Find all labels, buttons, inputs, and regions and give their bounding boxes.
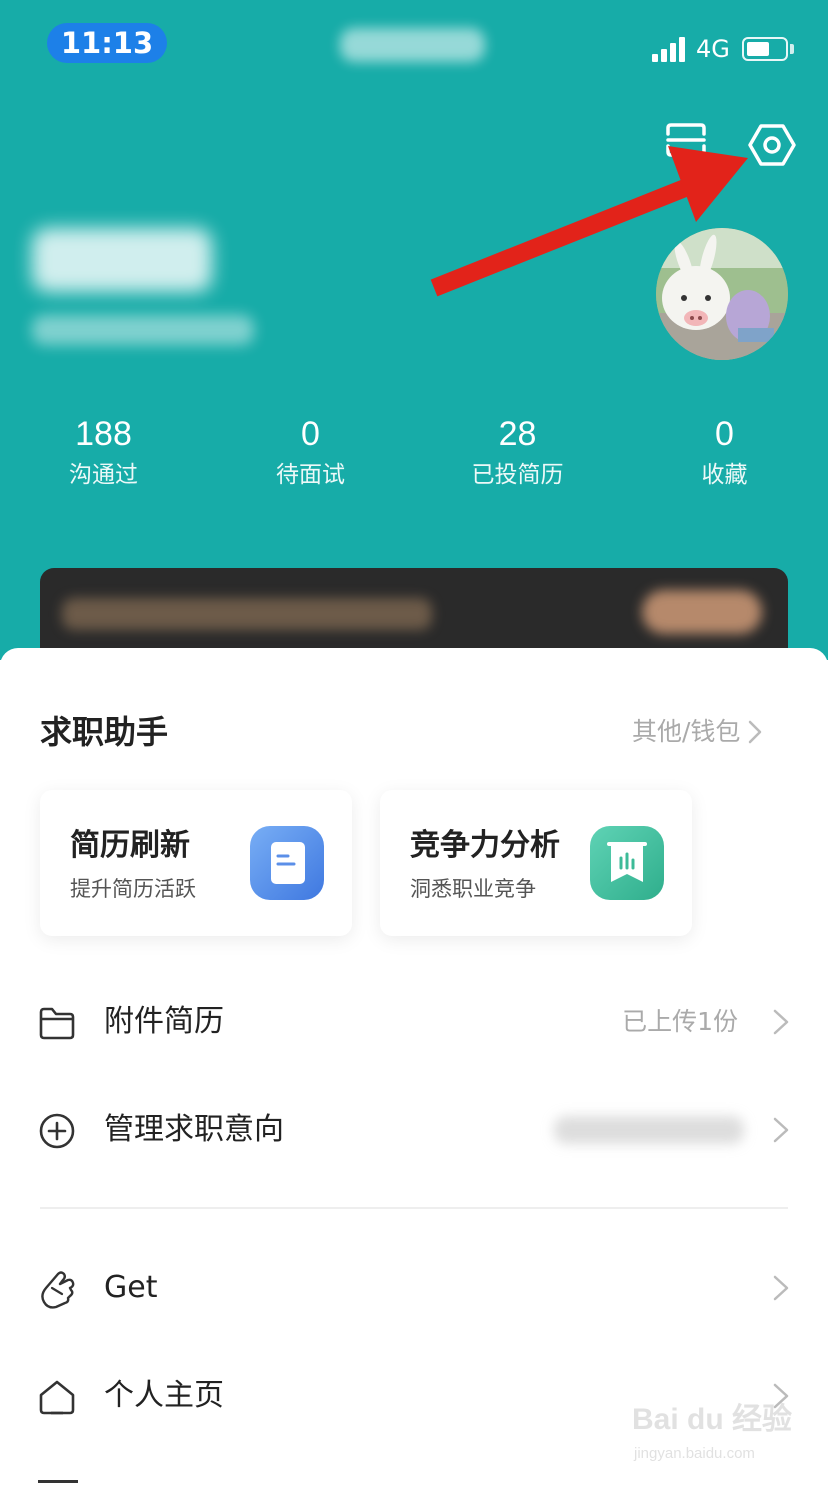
stat-interviews[interactable]: 0 待面试	[207, 412, 414, 494]
settings-hexagon-icon	[748, 124, 796, 166]
promo-text-blurred	[62, 598, 432, 630]
stat-label: 沟通过	[69, 462, 138, 488]
chevron-right-icon	[772, 1274, 790, 1302]
battery-cap	[790, 44, 794, 54]
competitiveness-chart-icon	[590, 826, 664, 900]
scan-button[interactable]	[664, 122, 708, 158]
card-competitiveness[interactable]: 竞争力分析 洞悉职业竞争	[380, 790, 692, 936]
promo-banner-blurred[interactable]	[40, 568, 788, 660]
row-value: 已上传1份	[622, 1007, 738, 1036]
section-title: 求职助手	[40, 713, 169, 751]
job-intention-value-blurred	[554, 1116, 744, 1144]
avatar-image	[656, 228, 788, 360]
chevron-right-icon	[772, 1116, 790, 1144]
profile-header: 11:13 4G 188 沟通过 0 待面试 28 已投简历 0 收藏	[0, 0, 828, 660]
stat-label: 收藏	[701, 462, 748, 488]
menu-row-attachment-resume[interactable]: 附件简历 已上传1份	[0, 972, 828, 1072]
stat-contacted[interactable]: 188 沟通过	[0, 412, 207, 494]
menu-row-job-intention[interactable]: 管理求职意向	[0, 1080, 828, 1180]
chevron-right-icon	[772, 1008, 790, 1036]
baidu-watermark: Bai du 经验 jingyan.baidu.com	[632, 1400, 792, 1480]
plus-circle-icon	[38, 1112, 76, 1150]
stat-value: 188	[75, 415, 132, 453]
stat-value: 0	[715, 415, 734, 453]
card-resume-refresh[interactable]: 简历刷新 提升简历活跃	[40, 790, 352, 936]
menu-row-get[interactable]: Get	[0, 1238, 828, 1338]
row-label: 个人主页	[104, 1378, 224, 1413]
other-wallet-label: 其他/钱包	[632, 717, 741, 746]
settings-button[interactable]	[748, 122, 796, 168]
user-subtitle-blurred	[32, 315, 254, 345]
chevron-right-icon	[748, 720, 762, 744]
stat-label: 已投简历	[471, 462, 564, 488]
stat-label: 待面试	[276, 462, 345, 488]
row-label: 管理求职意向	[104, 1112, 284, 1147]
user-name-blurred	[32, 228, 212, 292]
stat-favorites[interactable]: 0 收藏	[621, 412, 828, 494]
row-label: 附件简历	[104, 1004, 224, 1039]
battery-icon	[742, 37, 788, 61]
watermark-sub: jingyan.baidu.com	[634, 1445, 755, 1462]
battery-level	[747, 42, 769, 56]
home-icon	[38, 1378, 76, 1416]
watermark-main: Bai du 经验	[632, 1403, 793, 1436]
signal-icon	[652, 36, 686, 62]
network-type: 4G	[696, 35, 730, 63]
stats-bar: 188 沟通过 0 待面试 28 已投简历 0 收藏	[0, 412, 828, 502]
card-title: 简历刷新	[70, 828, 190, 863]
stat-value: 28	[498, 415, 537, 453]
card-subtitle: 洞悉职业竞争	[410, 877, 536, 901]
section-divider	[40, 1207, 788, 1209]
folder-icon	[38, 1004, 76, 1042]
row-label: Get	[104, 1270, 158, 1305]
stat-value: 0	[301, 415, 320, 453]
card-title: 竞争力分析	[410, 828, 560, 863]
promo-button-blurred	[642, 590, 762, 634]
stat-applied[interactable]: 28 已投简历	[414, 412, 621, 494]
hand-gesture-icon	[38, 1268, 76, 1310]
scan-icon	[666, 123, 706, 157]
next-row-partial	[38, 1480, 78, 1490]
resume-refresh-icon	[250, 826, 324, 900]
status-bar: 11:13 4G	[0, 0, 828, 90]
card-subtitle: 提升简历活跃	[70, 877, 196, 901]
other-wallet-link[interactable]: 其他/钱包	[632, 712, 762, 752]
status-time: 11:13	[47, 23, 167, 63]
avatar[interactable]	[656, 228, 788, 360]
carrier-name-blurred	[340, 28, 485, 62]
